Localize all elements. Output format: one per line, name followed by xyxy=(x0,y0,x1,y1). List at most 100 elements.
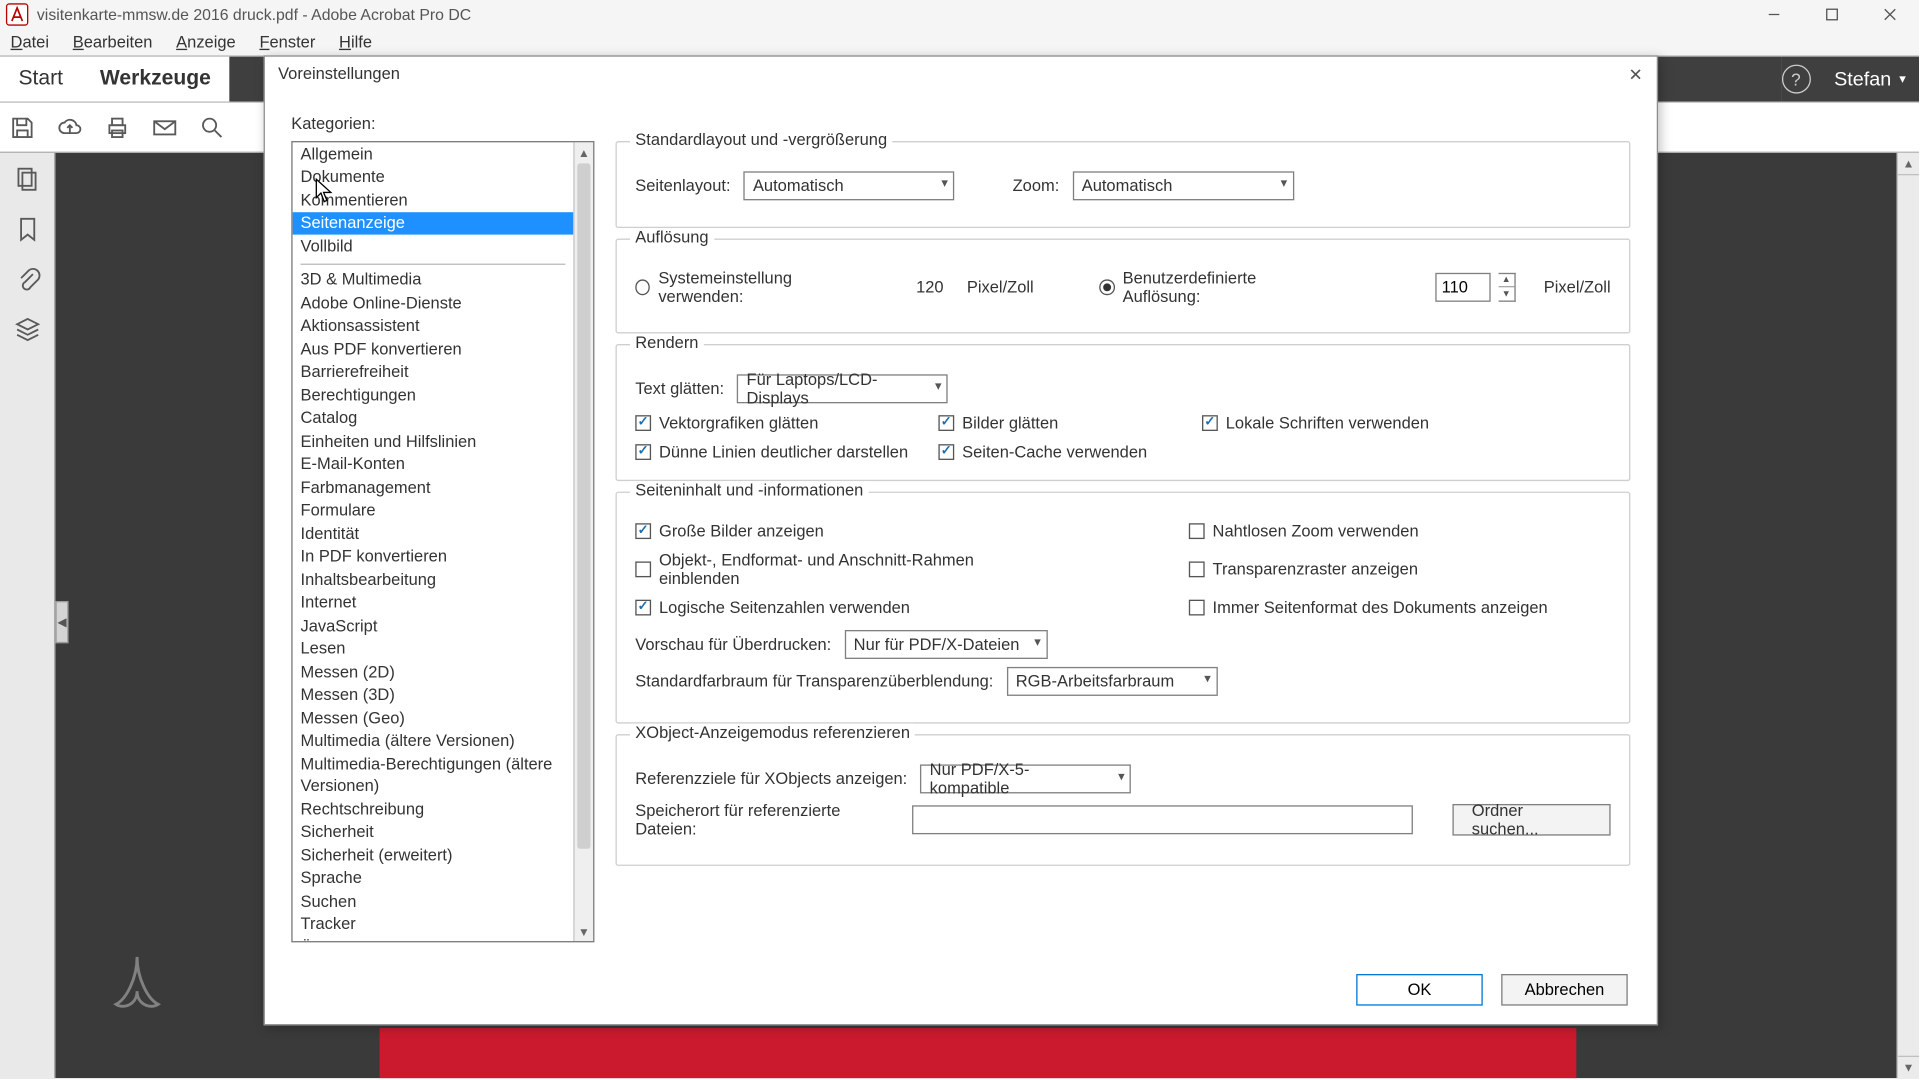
category-item[interactable]: Suchen xyxy=(293,890,574,913)
category-item[interactable]: Multimedia-Berechtigungen (ältere Versio… xyxy=(293,753,574,798)
zoom-combo[interactable]: Automatisch xyxy=(1072,171,1293,200)
ok-button[interactable]: OK xyxy=(1356,974,1483,1006)
scroll-down-icon[interactable]: ▼ xyxy=(1898,1056,1919,1078)
checkbox-image-smoothing[interactable] xyxy=(938,415,954,431)
category-item[interactable]: Formulare xyxy=(293,499,574,522)
category-item[interactable]: Inhaltsbearbeitung xyxy=(293,568,574,591)
blend-space-label: Standardfarbraum für Transparenzüberblen… xyxy=(635,672,993,690)
tab-werkzeuge[interactable]: Werkzeuge xyxy=(81,57,229,102)
menu-anzeige[interactable]: Anzeige xyxy=(172,32,239,53)
minimize-button[interactable] xyxy=(1745,0,1803,29)
cloud-icon[interactable] xyxy=(55,113,84,142)
radio-custom-resolution[interactable] xyxy=(1100,279,1115,295)
category-item[interactable]: Sicherheit xyxy=(293,820,574,843)
category-item[interactable]: Farbmanagement xyxy=(293,476,574,499)
scroll-up-icon[interactable]: ▲ xyxy=(1898,153,1919,175)
label-page-cache: Seiten-Cache verwenden xyxy=(962,443,1147,461)
category-item[interactable]: Catalog xyxy=(293,407,574,430)
checkbox-object-frames[interactable] xyxy=(635,561,651,577)
radio-system-resolution[interactable] xyxy=(635,279,650,295)
blend-space-combo[interactable]: RGB-Arbeitsfarbraum xyxy=(1007,667,1218,696)
dialog-close-icon[interactable]: ✕ xyxy=(1622,62,1648,88)
dialog-button-bar: OK Abbrechen xyxy=(1356,974,1628,1006)
bookmark-icon[interactable] xyxy=(14,216,40,242)
user-name[interactable]: Stefan xyxy=(1834,68,1891,90)
category-item[interactable]: Lesen xyxy=(293,637,574,660)
print-icon[interactable] xyxy=(103,113,132,142)
category-item[interactable]: In PDF konvertieren xyxy=(293,545,574,568)
category-item[interactable]: Vollbild xyxy=(293,235,574,258)
category-item[interactable]: Identität xyxy=(293,522,574,545)
mail-icon[interactable] xyxy=(150,113,179,142)
resolution-spinner[interactable]: ▲▼ xyxy=(1498,273,1515,302)
text-smoothing-label: Text glätten: xyxy=(635,380,724,398)
category-item[interactable]: Aktionsassistent xyxy=(293,314,574,337)
settings-pane: Standardlayout und -vergrößerung Seitenl… xyxy=(616,141,1631,942)
category-item[interactable]: JavaScript xyxy=(293,614,574,637)
system-resolution-value: 120 xyxy=(916,278,943,296)
category-item[interactable]: Überprüfen xyxy=(293,936,574,943)
category-item[interactable]: Kommentieren xyxy=(293,188,574,211)
category-item[interactable]: Sicherheit (erweitert) xyxy=(293,844,574,867)
checkbox-transparency-grid[interactable] xyxy=(1189,561,1205,577)
collapse-handle-icon[interactable]: ◀ xyxy=(55,601,68,643)
category-item[interactable]: Allgemein xyxy=(293,142,574,165)
menu-bearbeiten[interactable]: Bearbeiten xyxy=(69,32,157,53)
category-item[interactable]: Multimedia (ältere Versionen) xyxy=(293,730,574,753)
search-icon[interactable] xyxy=(198,113,227,142)
category-item[interactable]: Messen (3D) xyxy=(293,683,574,706)
attachment-icon[interactable] xyxy=(14,266,40,292)
page-layout-combo[interactable]: Automatisch xyxy=(744,171,955,200)
cursor-icon xyxy=(315,178,333,211)
category-item[interactable]: Einheiten und Hilfslinien xyxy=(293,430,574,453)
listbox-scrollbar[interactable]: ▲ ▼ xyxy=(573,142,593,941)
close-button[interactable] xyxy=(1861,0,1919,29)
help-icon[interactable]: ? xyxy=(1781,65,1810,94)
category-item[interactable]: Seitenanzeige xyxy=(293,212,574,235)
checkbox-page-cache[interactable] xyxy=(938,444,954,460)
checkbox-local-fonts[interactable] xyxy=(1202,415,1218,431)
category-item[interactable]: Berechtigungen xyxy=(293,384,574,407)
listbox-scroll-up-icon[interactable]: ▲ xyxy=(575,142,593,162)
browse-folder-button[interactable]: Ordner suchen... xyxy=(1452,804,1611,836)
checkbox-seamless-zoom[interactable] xyxy=(1189,523,1205,539)
category-item[interactable]: Rechtschreibung xyxy=(293,797,574,820)
checkbox-vector-smoothing[interactable] xyxy=(635,415,651,431)
category-separator xyxy=(301,263,566,264)
category-item[interactable]: Internet xyxy=(293,591,574,614)
category-item[interactable]: 3D & Multimedia xyxy=(293,268,574,291)
menu-datei[interactable]: Datei xyxy=(7,32,53,53)
thumbnails-icon[interactable] xyxy=(14,166,40,192)
checkbox-thin-lines[interactable] xyxy=(635,444,651,460)
category-item[interactable]: E-Mail-Konten xyxy=(293,453,574,476)
maximize-button[interactable] xyxy=(1803,0,1861,29)
category-item[interactable]: Messen (Geo) xyxy=(293,706,574,729)
layers-icon[interactable] xyxy=(14,316,40,342)
category-item[interactable]: Aus PDF konvertieren xyxy=(293,337,574,360)
storage-input[interactable] xyxy=(911,805,1412,834)
checkbox-large-images[interactable] xyxy=(635,523,651,539)
category-item[interactable]: Tracker xyxy=(293,913,574,936)
tab-start[interactable]: Start xyxy=(0,57,81,102)
menu-fenster[interactable]: Fenster xyxy=(255,32,319,53)
listbox-scroll-down-icon[interactable]: ▼ xyxy=(575,921,593,941)
category-item[interactable]: Dokumente xyxy=(293,165,574,188)
save-icon[interactable] xyxy=(8,113,37,142)
menu-hilfe[interactable]: Hilfe xyxy=(335,32,376,53)
user-dropdown-icon[interactable]: ▾ xyxy=(1899,72,1906,86)
listbox-scroll-thumb[interactable] xyxy=(577,163,590,848)
custom-resolution-input[interactable] xyxy=(1435,273,1490,302)
category-item[interactable]: Sprache xyxy=(293,867,574,890)
page-layout-label: Seitenlayout: xyxy=(635,177,730,195)
cancel-button[interactable]: Abbrechen xyxy=(1501,974,1628,1006)
checkbox-always-page-size[interactable] xyxy=(1189,600,1205,616)
overprint-combo[interactable]: Nur für PDF/X-Dateien xyxy=(844,630,1047,659)
ref-targets-combo[interactable]: Nur PDF/X-5-kompatible xyxy=(920,764,1131,793)
category-item[interactable]: Messen (2D) xyxy=(293,660,574,683)
vertical-scrollbar[interactable]: ▲ ▼ xyxy=(1897,153,1919,1078)
category-item[interactable]: Barrierefreiheit xyxy=(293,360,574,383)
category-item[interactable]: Adobe Online-Dienste xyxy=(293,291,574,314)
categories-listbox[interactable]: AllgemeinDokumenteKommentierenSeitenanze… xyxy=(291,141,594,942)
checkbox-logical-pages[interactable] xyxy=(635,600,651,616)
text-smoothing-combo[interactable]: Für Laptops/LCD-Displays xyxy=(737,374,948,403)
